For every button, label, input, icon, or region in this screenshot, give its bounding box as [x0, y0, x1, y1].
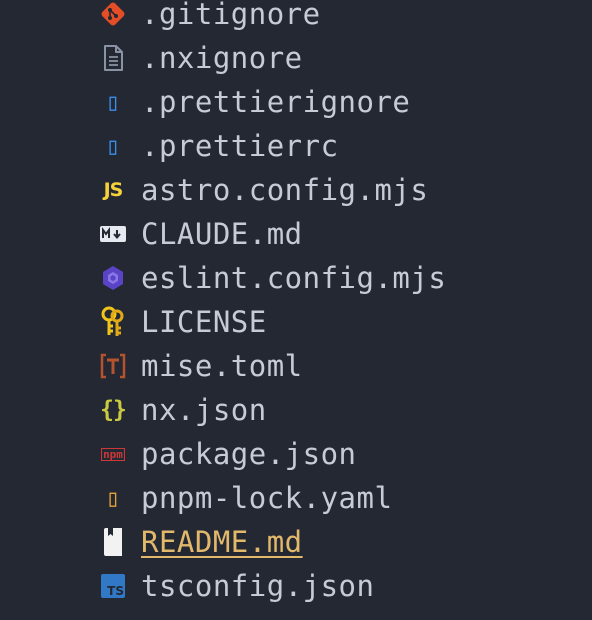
file-name: eslint.config.mjs — [141, 261, 447, 295]
file-name: .prettierrc — [141, 129, 339, 163]
file-text-icon — [96, 41, 130, 75]
file-item-pnpm-lock[interactable]: ▯ pnpm-lock.yaml — [0, 476, 592, 520]
file-name: nx.json — [141, 393, 267, 427]
file-name: package.json — [141, 437, 357, 471]
file-name: tsconfig.json — [141, 569, 375, 603]
file-name: mise.toml — [141, 349, 303, 383]
file-item-astro-config[interactable]: JS astro.config.mjs — [0, 168, 592, 212]
javascript-icon-label: JS — [103, 179, 124, 201]
file-name: astro.config.mjs — [141, 173, 429, 207]
file-name: pnpm-lock.yaml — [141, 481, 393, 515]
file-item-package-json[interactable]: npm package.json — [0, 432, 592, 476]
javascript-icon: JS — [96, 173, 130, 207]
file-name: README.md — [141, 525, 303, 559]
file-item-mise-toml[interactable]: mise.toml — [0, 344, 592, 388]
toml-icon — [96, 349, 130, 383]
npm-icon-label: npm — [101, 447, 125, 461]
file-item-readme[interactable]: README.md — [0, 520, 592, 564]
file-item-tsconfig[interactable]: TS tsconfig.json — [0, 564, 592, 608]
npm-icon: npm — [96, 437, 130, 471]
file-explorer: .gitignore .nxignore ▯ .prettierignore ▯… — [0, 0, 592, 620]
file-name: CLAUDE.md — [141, 217, 303, 251]
file-name: .prettierignore — [141, 85, 411, 119]
typescript-icon-label: TS — [107, 584, 124, 598]
file-item-nxignore[interactable]: .nxignore — [0, 36, 592, 80]
file-item-prettierignore[interactable]: ▯ .prettierignore — [0, 80, 592, 124]
file-item-gitignore[interactable]: .gitignore — [0, 0, 592, 36]
missing-glyph-icon: ▯ — [105, 88, 121, 116]
book-icon — [96, 525, 130, 559]
file-item-prettierrc[interactable]: ▯ .prettierrc — [0, 124, 592, 168]
file-item-nx-json[interactable]: {} nx.json — [0, 388, 592, 432]
file-name: .gitignore — [141, 0, 321, 31]
json-braces-icon-label: {} — [100, 397, 127, 423]
license-key-icon — [96, 305, 130, 339]
file-item-claude-md[interactable]: CLAUDE.md — [0, 212, 592, 256]
eslint-icon — [96, 261, 130, 295]
typescript-icon: TS — [96, 569, 130, 603]
missing-glyph-icon: ▯ — [105, 132, 121, 160]
markdown-icon — [96, 217, 130, 251]
json-braces-icon: {} — [96, 393, 130, 427]
missing-glyph-icon: ▯ — [105, 484, 121, 512]
git-icon — [96, 0, 130, 31]
file-name: LICENSE — [141, 305, 267, 339]
file-item-eslint-config[interactable]: eslint.config.mjs — [0, 256, 592, 300]
file-name: .nxignore — [141, 41, 303, 75]
file-item-license[interactable]: LICENSE — [0, 300, 592, 344]
